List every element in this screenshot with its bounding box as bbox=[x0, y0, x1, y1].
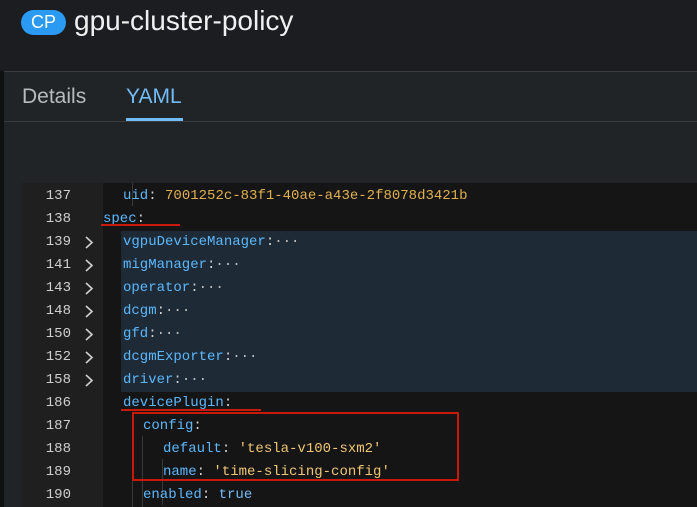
line-number: 152 bbox=[45, 349, 71, 365]
code-text: dcgm:··· bbox=[123, 303, 191, 319]
code-line-folded[interactable]: 143 operator:··· bbox=[21, 277, 697, 300]
chevron-right-icon[interactable] bbox=[81, 235, 96, 250]
chevron-right-icon[interactable] bbox=[81, 258, 96, 273]
chevron-right-icon[interactable] bbox=[81, 327, 96, 342]
line-number: 143 bbox=[45, 280, 71, 296]
line-number: 139 bbox=[45, 234, 71, 250]
spec-underline-annotation bbox=[101, 224, 180, 226]
tab-details[interactable]: Details bbox=[22, 84, 86, 110]
resource-kind-badge: CP bbox=[21, 10, 66, 35]
code-line-folded[interactable]: 158 driver:··· bbox=[21, 369, 697, 392]
line-number: 137 bbox=[45, 188, 71, 204]
code-line[interactable]: 137 uid: 7001252c-83f1-40ae-a43e-2f8078d… bbox=[21, 185, 697, 208]
code-line-folded[interactable]: 152 dcgmExporter:··· bbox=[21, 346, 697, 369]
code-line[interactable]: 190 enabled: true bbox=[21, 484, 697, 507]
code-line-folded[interactable]: 139 vgpuDeviceManager:··· bbox=[21, 231, 697, 254]
chevron-right-icon[interactable] bbox=[81, 373, 96, 388]
code-text: dcgmExporter:··· bbox=[123, 349, 258, 365]
code-text: operator:··· bbox=[123, 280, 224, 296]
chevron-right-icon[interactable] bbox=[81, 350, 96, 365]
line-number: 148 bbox=[45, 303, 71, 319]
code-text: gfd:··· bbox=[123, 326, 182, 342]
line-number: 190 bbox=[45, 487, 71, 503]
line-number: 186 bbox=[45, 395, 71, 411]
line-number: 138 bbox=[45, 211, 71, 227]
code-text: vgpuDeviceManager:··· bbox=[123, 234, 300, 250]
line-number: 188 bbox=[45, 441, 71, 457]
page-title: gpu-cluster-policy bbox=[74, 5, 294, 36]
code-text: migManager:··· bbox=[123, 257, 241, 273]
chevron-right-icon[interactable] bbox=[81, 281, 96, 296]
code-line[interactable]: 138 spec: bbox=[21, 208, 697, 231]
line-number: 189 bbox=[45, 464, 71, 480]
line-number: 187 bbox=[45, 418, 71, 434]
line-number: 150 bbox=[45, 326, 71, 342]
yaml-editor[interactable]: 137 uid: 7001252c-83f1-40ae-a43e-2f8078d… bbox=[21, 183, 697, 507]
tab-bar: Details YAML bbox=[4, 71, 697, 122]
chevron-right-icon[interactable] bbox=[81, 304, 96, 319]
config-highlight-box bbox=[132, 412, 459, 481]
page-header: CP gpu-cluster-policy bbox=[0, 0, 697, 71]
code-line-folded[interactable]: 150 gfd:··· bbox=[21, 323, 697, 346]
line-number: 158 bbox=[45, 372, 71, 388]
tab-yaml[interactable]: YAML bbox=[126, 84, 182, 110]
code-text: driver:··· bbox=[123, 372, 208, 388]
code-text: enabled: true bbox=[143, 487, 253, 503]
active-tab-indicator bbox=[126, 118, 183, 121]
deviceplugin-underline-annotation bbox=[121, 409, 261, 411]
line-number: 141 bbox=[45, 257, 71, 273]
code-line-folded[interactable]: 141 migManager:··· bbox=[21, 254, 697, 277]
code-line-folded[interactable]: 148 dcgm:··· bbox=[21, 300, 697, 323]
code-text: uid: 7001252c-83f1-40ae-a43e-2f8078d3421… bbox=[123, 188, 468, 204]
code-text: spec: bbox=[103, 211, 146, 227]
